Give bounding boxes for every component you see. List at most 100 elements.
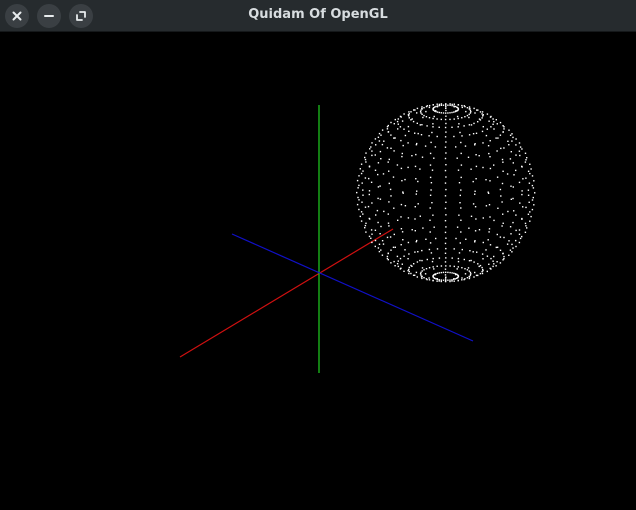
sphere-point — [445, 201, 447, 203]
sphere-point — [501, 182, 504, 185]
sphere-point — [420, 274, 422, 276]
x-axis-line — [179, 228, 394, 358]
sphere-point — [458, 214, 460, 216]
sphere-point — [524, 222, 527, 225]
sphere-point — [468, 134, 471, 136]
sphere-point — [426, 105, 428, 107]
sphere-point — [390, 195, 392, 197]
sphere-point — [429, 207, 431, 209]
sphere-point — [364, 158, 367, 161]
sphere-point — [451, 111, 453, 114]
sphere-point — [392, 176, 395, 178]
sphere-point — [425, 278, 428, 280]
sphere-point — [394, 265, 396, 267]
sphere-point — [473, 122, 475, 125]
close-button[interactable] — [5, 4, 29, 28]
sphere-point — [503, 236, 505, 239]
sphere-point — [469, 112, 472, 114]
maximize-button[interactable] — [69, 4, 93, 28]
sphere-point — [432, 266, 434, 268]
sphere-point — [402, 239, 404, 241]
sphere-point — [525, 159, 527, 161]
sphere-point — [378, 250, 381, 253]
sphere-point — [508, 240, 510, 242]
sphere-point — [387, 252, 389, 254]
sphere-point — [458, 252, 461, 254]
sphere-point — [388, 170, 390, 172]
sphere-point — [416, 122, 418, 124]
opengl-viewport[interactable] — [0, 32, 636, 510]
sphere-point — [423, 114, 425, 117]
sphere-point — [451, 257, 453, 259]
sphere-point — [445, 141, 447, 143]
sphere-point — [482, 268, 484, 271]
sphere-point — [408, 253, 410, 255]
minimize-button[interactable] — [37, 4, 61, 28]
sphere-point — [481, 130, 484, 133]
sphere-point — [489, 244, 492, 246]
sphere-point — [386, 128, 389, 130]
sphere-point — [389, 188, 392, 191]
sphere-point — [496, 150, 498, 152]
sphere-point — [428, 117, 431, 119]
sphere-point — [388, 182, 390, 185]
sphere-point — [433, 268, 435, 270]
sphere-point — [451, 272, 453, 274]
sphere-point — [374, 154, 376, 156]
sphere-point — [430, 252, 433, 254]
sphere-point — [399, 268, 402, 270]
sphere-point — [421, 249, 423, 252]
sphere-point — [478, 155, 480, 157]
sphere-point — [521, 235, 523, 238]
sphere-point — [400, 167, 403, 170]
sphere-point — [453, 280, 455, 282]
sphere-point — [358, 208, 360, 211]
sphere-point — [451, 104, 453, 107]
sphere-point — [447, 112, 449, 114]
sphere-point — [445, 109, 447, 112]
sphere-point — [518, 150, 521, 152]
sphere-point — [466, 269, 469, 271]
sphere-point — [493, 263, 495, 265]
sphere-point — [533, 180, 535, 182]
sphere-point — [442, 271, 445, 274]
sphere-point — [371, 142, 373, 144]
sphere-point — [499, 188, 502, 191]
sphere-point — [401, 152, 403, 155]
sphere-point — [374, 229, 377, 231]
sphere-point — [482, 258, 484, 260]
sphere-point — [397, 260, 399, 262]
sphere-point — [469, 271, 472, 274]
sphere-point — [449, 112, 451, 114]
sphere-point — [370, 229, 373, 231]
sphere-point — [374, 239, 377, 242]
sphere-point — [445, 176, 447, 178]
sphere-point — [496, 261, 498, 263]
sphere-point — [444, 252, 447, 254]
sphere-point — [464, 145, 467, 147]
sphere-point — [502, 170, 504, 172]
sphere-point — [449, 265, 451, 267]
sphere-point — [419, 124, 421, 126]
sphere-point — [485, 179, 487, 181]
sphere-point — [522, 206, 524, 208]
sphere-point — [502, 259, 504, 261]
sphere-point — [399, 126, 402, 128]
sphere-point — [472, 180, 474, 183]
sphere-point — [379, 233, 381, 235]
sphere-point — [435, 110, 437, 112]
sphere-point — [482, 126, 484, 128]
sphere-point — [515, 169, 517, 172]
sphere-point — [461, 106, 463, 109]
sphere-point — [463, 105, 465, 107]
sphere-point — [460, 189, 462, 191]
title-bar[interactable]: Quidam Of OpenGL — [0, 0, 636, 32]
sphere-point — [499, 121, 502, 124]
sphere-point — [445, 226, 447, 228]
sphere-point — [463, 125, 465, 127]
sphere-point — [486, 270, 488, 273]
sphere-point — [394, 118, 396, 121]
sphere-point — [414, 251, 416, 253]
sphere-point — [401, 231, 404, 233]
sphere-point — [429, 231, 431, 233]
